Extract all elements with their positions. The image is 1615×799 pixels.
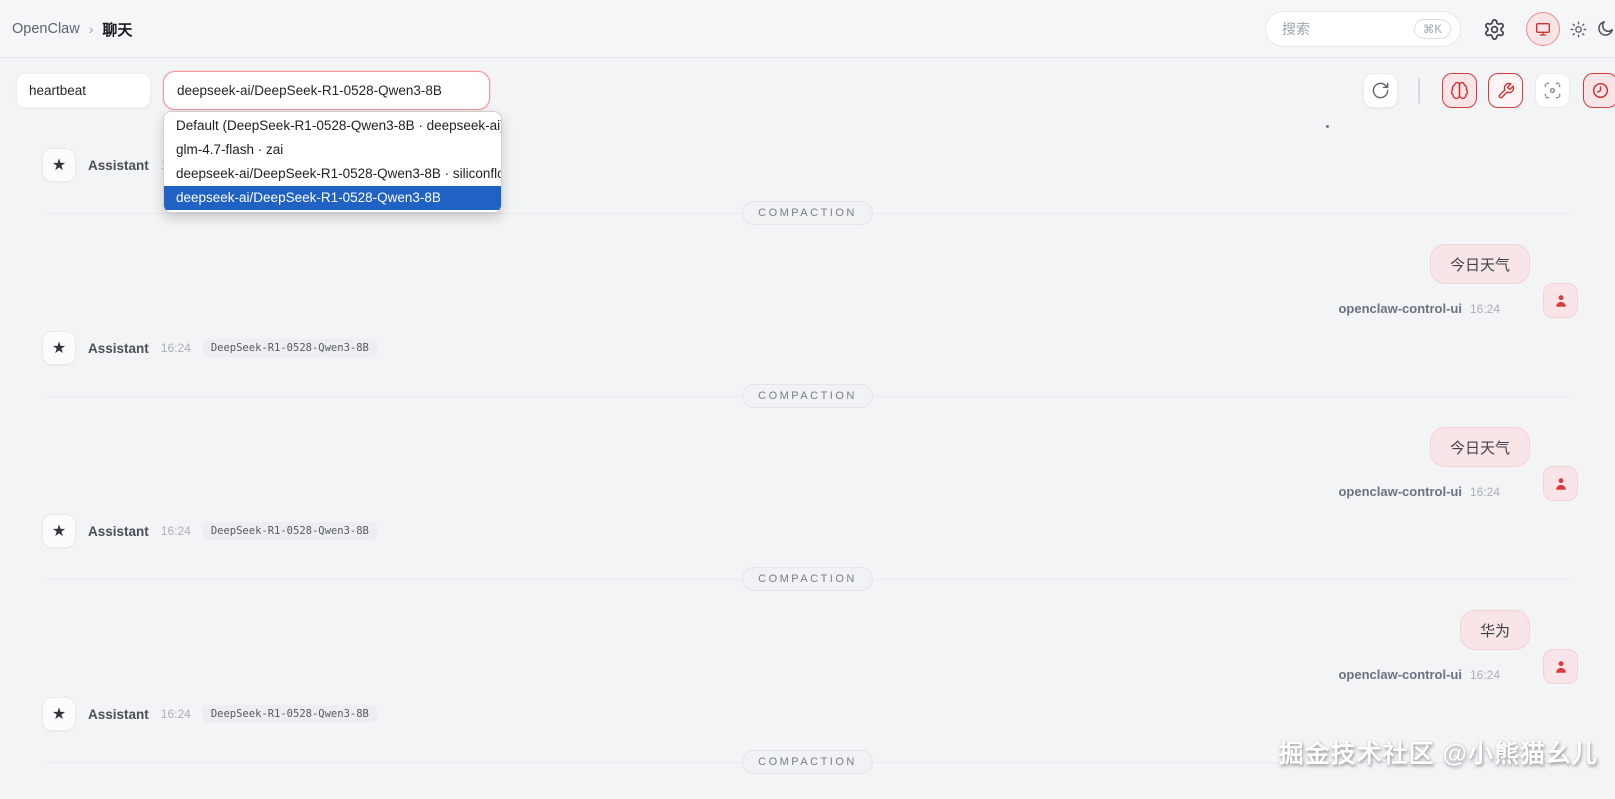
assistant-time: 16:24 <box>161 524 191 538</box>
model-dropdown-list: Default (DeepSeek-R1-0528-Qwen3-8B · dee… <box>163 111 502 213</box>
star-icon: ★ <box>52 338 66 358</box>
model-badge: DeepSeek-R1-0528-Qwen3-8B <box>203 705 377 723</box>
assistant-time: 16:24 <box>161 707 191 721</box>
star-bookmark-button[interactable]: ★ <box>42 148 76 182</box>
star-bookmark-button[interactable]: ★ <box>42 514 76 548</box>
user-message-bubble[interactable]: 今日天气 <box>1430 244 1530 284</box>
assistant-sender-label: Assistant <box>88 524 149 539</box>
monitor-icon <box>1535 21 1551 37</box>
brain-icon <box>1450 81 1469 100</box>
star-bookmark-button[interactable]: ★ <box>42 697 76 731</box>
session-name-input[interactable] <box>16 73 151 108</box>
avatar <box>1543 466 1578 501</box>
assistant-message-row: ★ Assistant 16:24 DeepSeek-R1-0528-Qwen3… <box>42 331 377 365</box>
star-icon: ★ <box>52 704 66 724</box>
clock-icon <box>1591 81 1610 100</box>
assistant-sender-label: Assistant <box>88 341 149 356</box>
avatar <box>1543 649 1578 684</box>
model-option[interactable]: glm-4.7-flash · zai <box>164 138 501 162</box>
assistant-message-row: ★ Assistant 16:24 DeepSeek-R1-0528-Qwen3… <box>42 697 377 731</box>
search-shortcut-badge: ⌘K <box>1414 19 1451 39</box>
user-time: 16:24 <box>1470 485 1500 499</box>
settings-gear-icon[interactable] <box>1483 18 1506 41</box>
user-sender-label: openclaw-control-ui <box>1338 667 1462 682</box>
compaction-pill: COMPACTION <box>742 567 873 591</box>
user-time: 16:24 <box>1470 302 1500 316</box>
wrench-icon <box>1497 82 1515 100</box>
page-title: 聊天 <box>102 19 132 40</box>
focus-button[interactable] <box>1535 73 1570 108</box>
person-icon <box>1552 658 1570 676</box>
user-message-bubble[interactable]: 今日天气 <box>1430 427 1530 467</box>
theme-dark-moon-icon[interactable] <box>1596 19 1615 38</box>
model-badge: DeepSeek-R1-0528-Qwen3-8B <box>203 339 377 357</box>
breadcrumb-app[interactable]: OpenClaw <box>12 21 80 37</box>
watermark: 掘金技术社区 @小熊猫幺儿 <box>1279 734 1598 770</box>
theme-system-button[interactable] <box>1526 12 1560 46</box>
breadcrumb: OpenClaw › 聊天 <box>12 0 132 58</box>
tools-button[interactable] <box>1488 73 1523 108</box>
star-bookmark-button[interactable]: ★ <box>42 331 76 365</box>
model-badge: DeepSeek-R1-0528-Qwen3-8B <box>203 522 377 540</box>
assistant-sender-label: Assistant <box>88 158 149 173</box>
user-message-group: 今日天气 openclaw-control-ui 16:24 <box>1338 427 1578 501</box>
compaction-divider: COMPACTION <box>45 384 1570 408</box>
star-icon: ★ <box>52 521 66 541</box>
user-message-bubble[interactable]: 华为 <box>1460 610 1530 650</box>
user-message-meta: openclaw-control-ui 16:24 <box>1338 301 1500 316</box>
person-icon <box>1552 292 1570 310</box>
star-icon: ★ <box>52 155 66 175</box>
history-button[interactable] <box>1583 73 1615 108</box>
stray-dot <box>1326 125 1329 128</box>
compaction-pill: COMPACTION <box>742 384 873 408</box>
toolbar-divider <box>1418 78 1420 104</box>
focus-scan-icon <box>1543 81 1562 100</box>
user-message-meta: openclaw-control-ui 16:24 <box>1338 484 1500 499</box>
openclaw-chat-page: OpenClaw › 聊天 搜索 ⌘K <box>0 0 1615 799</box>
theme-light-sun-icon[interactable] <box>1569 20 1588 39</box>
model-option-selected[interactable]: deepseek-ai/DeepSeek-R1-0528-Qwen3-8B <box>164 186 501 210</box>
compaction-pill: COMPACTION <box>742 750 873 774</box>
header: OpenClaw › 聊天 搜索 ⌘K <box>0 0 1615 58</box>
person-icon <box>1552 475 1570 493</box>
user-sender-label: openclaw-control-ui <box>1338 484 1462 499</box>
avatar <box>1543 283 1578 318</box>
user-message-meta: openclaw-control-ui 16:24 <box>1338 667 1500 682</box>
refresh-button[interactable] <box>1363 73 1398 108</box>
user-sender-label: openclaw-control-ui <box>1338 301 1462 316</box>
assistant-message-row: ★ Assistant 16:24 DeepSeek-R1-0528-Qwen3… <box>42 514 377 548</box>
user-message-group: 今日天气 openclaw-control-ui 16:24 <box>1338 244 1578 318</box>
refresh-icon <box>1371 81 1390 100</box>
search-placeholder: 搜索 <box>1282 19 1414 39</box>
user-message-group: 华为 openclaw-control-ui 16:24 <box>1338 610 1578 684</box>
compaction-divider: COMPACTION <box>45 567 1570 591</box>
compaction-pill: COMPACTION <box>742 201 873 225</box>
thinking-toggle-button[interactable] <box>1442 73 1477 108</box>
model-option[interactable]: deepseek-ai/DeepSeek-R1-0528-Qwen3-8B · … <box>164 162 501 186</box>
search-input[interactable]: 搜索 ⌘K <box>1265 11 1461 47</box>
model-combobox-input[interactable] <box>163 71 490 110</box>
user-time: 16:24 <box>1470 668 1500 682</box>
model-option[interactable]: Default (DeepSeek-R1-0528-Qwen3-8B · dee… <box>164 114 501 138</box>
breadcrumb-separator: › <box>89 21 94 37</box>
assistant-sender-label: Assistant <box>88 707 149 722</box>
assistant-time: 16:24 <box>161 341 191 355</box>
